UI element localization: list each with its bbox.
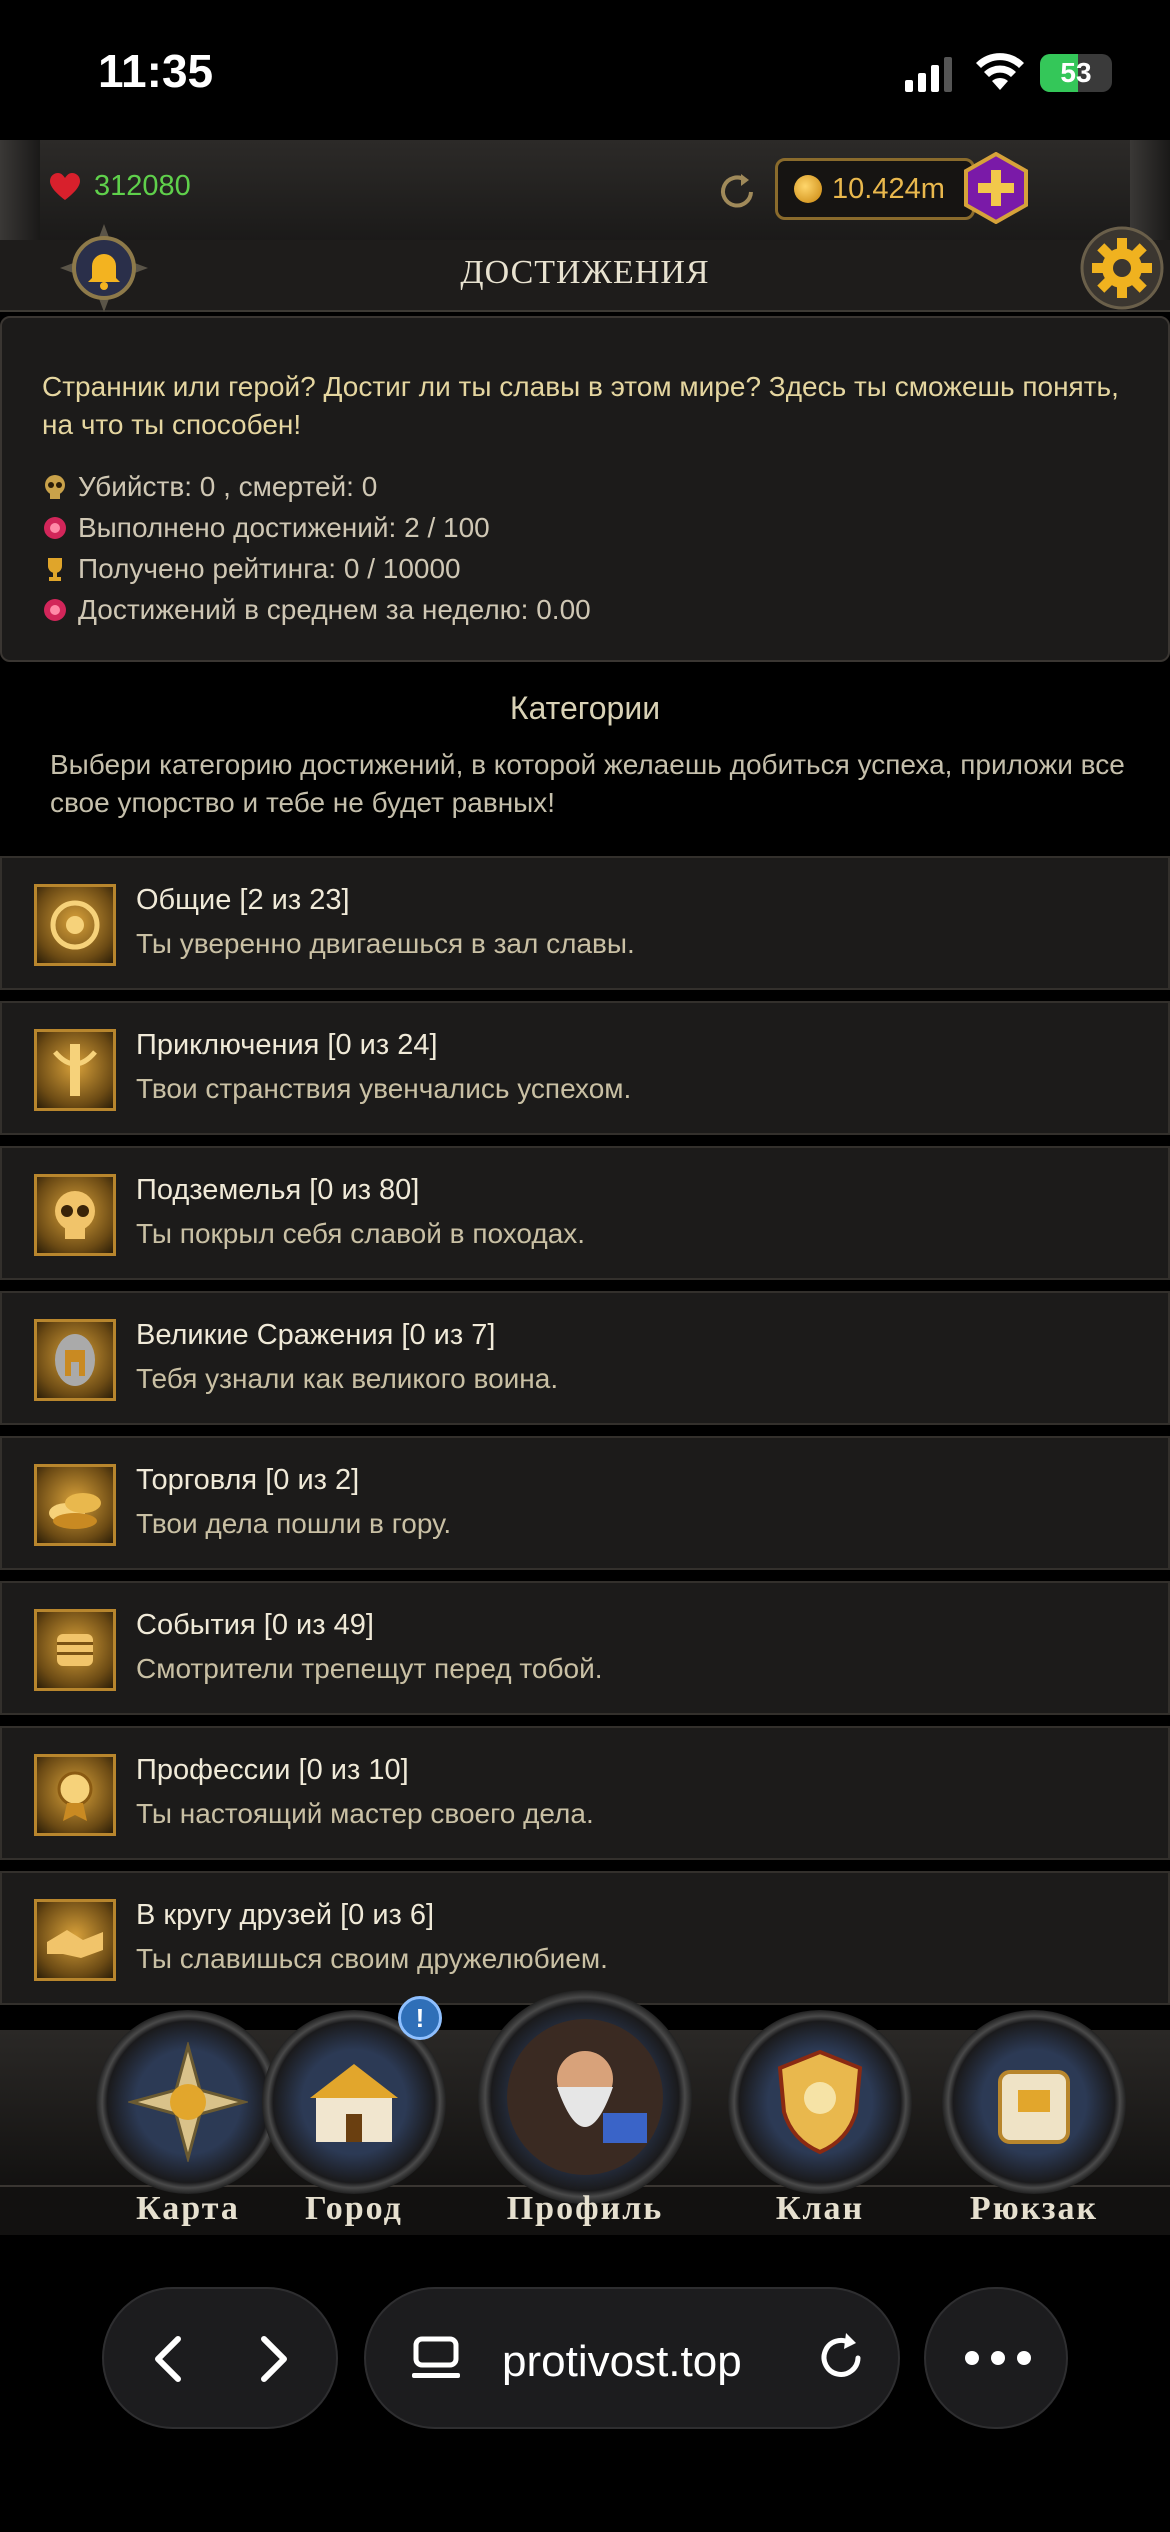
compass-icon [128,2042,248,2162]
gold-balance: 10.424m [775,158,975,220]
categories-list: Общие [2 из 23] Ты уверенно двигаешься в… [0,856,1170,2016]
castle-icon [310,2064,398,2142]
add-gold-button[interactable] [960,152,1032,224]
stat-completed-text: Выполнено достижений: 2 / 100 [78,511,490,543]
nav-profile-button[interactable] [478,1990,692,2204]
wifi-icon [976,53,1024,90]
category-events[interactable]: События [0 из 49] Смотрители трепещут пе… [0,1581,1170,1715]
more-button[interactable] [924,2287,1068,2429]
category-title: Великие Сражения [0 из 7] [136,1319,496,1351]
nav-city-label: Город [305,2190,403,2227]
battery-percent: 53 [1060,57,1092,88]
nav-backpack-label: Рюкзак [969,2190,1099,2227]
stat-kills: Убийств: 0 , смертей: 0 [42,466,591,507]
wizard-avatar-icon [507,2019,663,2175]
category-trade[interactable]: Торговля [0 из 2] Твои дела пошли в гору… [0,1436,1170,1570]
stat-completed: Выполнено достижений: 2 / 100 [42,507,591,548]
game-top-bar: 312080 10.424m [0,140,1170,310]
forward-button[interactable] [242,2329,302,2389]
category-friends[interactable]: В кругу друзей [0 из 6] Ты славишься сво… [0,1871,1170,2005]
general-icon [34,884,116,966]
nav-backpack-button[interactable] [942,2010,1126,2194]
url-text: protivost.top [502,2337,742,2386]
city-notification-badge[interactable]: ! [398,1996,442,2040]
back-button[interactable] [140,2329,200,2389]
page-title: ДОСТИЖЕНИЯ [460,254,710,291]
category-subtitle: Тебя узнали как великого воина. [136,1363,559,1394]
notifications-bell-button[interactable] [58,222,150,314]
dungeon-skull-icon [34,1174,116,1256]
category-subtitle: Твои странствия увенчались успехом. [136,1073,632,1104]
skull-icon [45,474,65,499]
category-title: Общие [2 из 23] [136,884,350,916]
handshake-icon [34,1899,116,1981]
hp-display: 312080 [50,170,191,203]
helmet-icon [34,1319,116,1401]
category-professions[interactable]: Профессии [0 из 10] Ты настоящий мастер … [0,1726,1170,1860]
backpack-icon [998,2070,1070,2144]
stats-list: Убийств: 0 , смертей: 0 Выполнено достиж… [42,466,591,630]
category-subtitle: Твои дела пошли в гору. [136,1508,452,1539]
heart-icon [50,172,80,200]
category-title: Профессии [0 из 10] [136,1754,409,1786]
categories-description: Выбери категорию достижений, в которой ж… [50,749,1125,818]
category-subtitle: Ты настоящий мастер своего дела. [136,1798,594,1829]
medal-icon [34,1754,116,1836]
stat-weekly-text: Достижений в среднем за неделю: 0.00 [78,593,591,625]
status-bar: 11:35 53 [0,0,1170,140]
battery-icon: 53 [1040,54,1112,92]
category-subtitle: Смотрители трепещут перед тобой. [136,1653,603,1684]
address-bar[interactable]: protivost.top [364,2287,900,2429]
reload-icon[interactable] [812,2329,870,2387]
nav-map-button[interactable] [96,2010,280,2194]
clan-shield-icon [777,2049,863,2155]
category-subtitle: Ты покрыл себя славой в походах. [136,1218,586,1249]
settings-gear-button[interactable] [1080,226,1164,310]
gold-pile-icon [34,1464,116,1546]
category-title: Подземелья [0 из 80] [136,1174,420,1206]
gem-icon [44,598,66,621]
signal-icon [905,57,952,92]
page-title-bar: ДОСТИЖЕНИЯ [0,240,1170,312]
trophy-icon [48,557,62,581]
more-dots-icon [965,2351,1031,2365]
refresh-icon[interactable] [715,170,759,214]
browser-toolbar: protivost.top [0,2235,1170,2532]
category-title: События [0 из 49] [136,1609,374,1641]
category-subtitle: Ты уверенно двигаешься в зал славы. [136,928,635,959]
category-title: В кругу друзей [0 из 6] [136,1899,435,1931]
gem-icon [44,516,66,539]
hp-value: 312080 [94,170,191,202]
gold-value: 10.424m [832,172,945,205]
intro-text: Странник или герой? Достиг ли ты славы в… [42,371,1119,440]
bottom-game-nav: ! Карта Город Профиль Клан Рюкзак [0,1990,1170,2237]
status-time: 11:35 [98,45,214,97]
category-dungeons[interactable]: Подземелья [0 из 80] Ты покрыл себя слав… [0,1146,1170,1280]
stat-rating: Получено рейтинга: 0 / 10000 [42,548,591,589]
nav-profile-label: Профиль [506,2190,664,2227]
fist-icon [34,1609,116,1691]
tabs-list-icon[interactable] [408,2331,464,2387]
gold-coin-icon [794,175,822,203]
intro-panel: Странник или герой? Достиг ли ты славы в… [0,316,1170,662]
category-subtitle: Ты славишься своим дружелюбием. [136,1943,608,1974]
category-title: Приключения [0 из 24] [136,1029,438,1061]
stat-rating-text: Получено рейтинга: 0 / 10000 [78,552,461,584]
nav-clan-label: Клан [775,2190,865,2227]
stat-kills-text: Убийств: 0 , смертей: 0 [78,470,378,502]
stat-weekly: Достижений в среднем за неделю: 0.00 [42,589,591,630]
adventure-icon [34,1029,116,1111]
category-title: Торговля [0 из 2] [136,1464,360,1496]
history-buttons [102,2287,338,2429]
category-adventure[interactable]: Приключения [0 из 24] Твои странствия ув… [0,1001,1170,1135]
category-general[interactable]: Общие [2 из 23] Ты уверенно двигаешься в… [0,856,1170,990]
category-great-battles[interactable]: Великие Сражения [0 из 7] Тебя узнали ка… [0,1291,1170,1425]
nav-clan-button[interactable] [728,2010,912,2194]
categories-title: Категории [509,690,661,726]
